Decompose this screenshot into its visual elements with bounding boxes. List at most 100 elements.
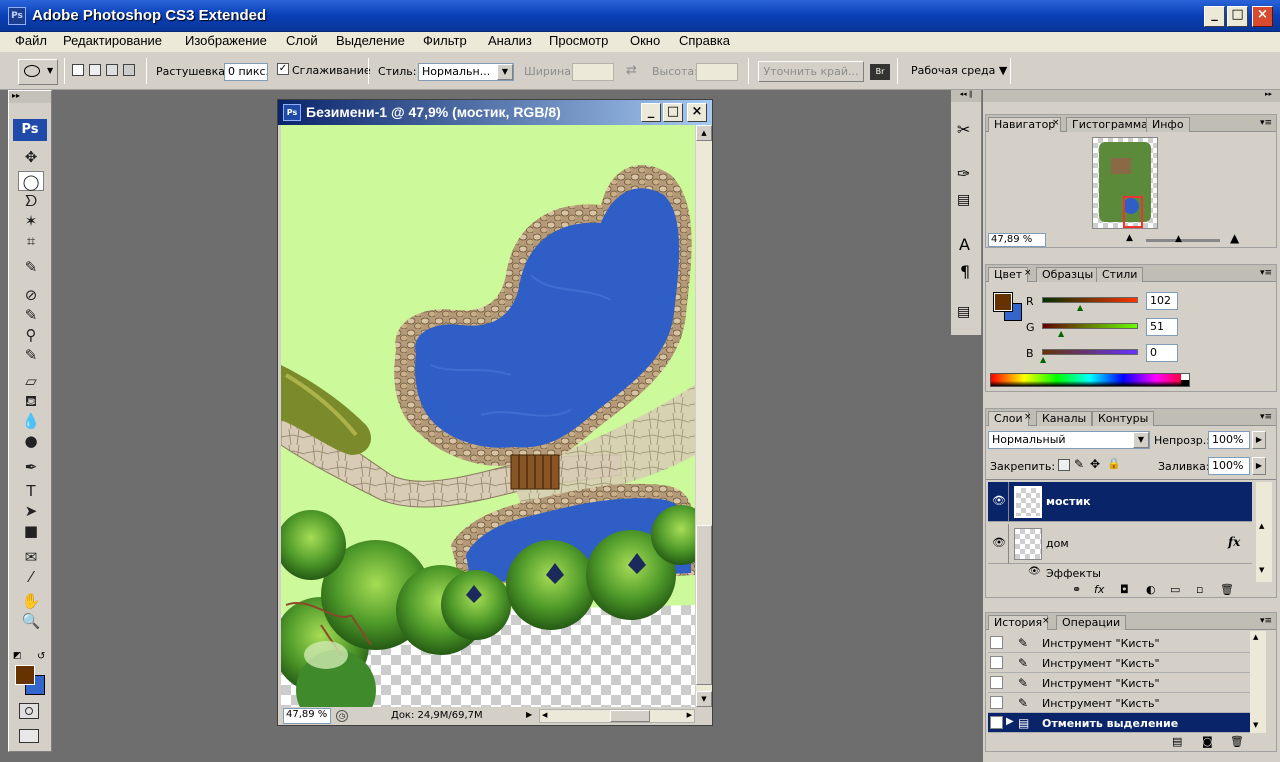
- dock-grip[interactable]: ▸▸: [983, 90, 1280, 102]
- screen-mode-icon[interactable]: [19, 729, 39, 743]
- channel-slider-r[interactable]: ▲: [1042, 297, 1138, 312]
- clone-stamp-tool-icon[interactable]: ⚲: [18, 325, 44, 345]
- lasso-tool-icon[interactable]: ᗤ: [18, 191, 44, 211]
- move-tool-icon[interactable]: ✥: [18, 147, 44, 167]
- photoshop-logo[interactable]: Ps: [13, 119, 47, 141]
- fill-input[interactable]: 100%: [1208, 457, 1250, 475]
- lock-all-icon[interactable]: 🔒: [1107, 457, 1121, 470]
- minimize-button[interactable]: _: [1204, 6, 1225, 27]
- layer-effects-row[interactable]: 👁 Эффекты: [988, 566, 1252, 582]
- add-style-icon[interactable]: fx: [1094, 583, 1104, 596]
- slider-thumb-icon[interactable]: ▲: [1077, 303, 1083, 312]
- panel-menu-icon[interactable]: ▾≡: [1260, 118, 1272, 128]
- menu-edit[interactable]: Редактирование: [63, 33, 162, 48]
- menu-filter[interactable]: Фильтр: [423, 33, 467, 48]
- history-brush-tool-icon[interactable]: ✎: [18, 345, 44, 365]
- tab-navigator[interactable]: Навигатор: [988, 117, 1062, 132]
- scroll-up-icon[interactable]: ▲: [1259, 522, 1264, 530]
- intersect-selection-icon[interactable]: [123, 64, 135, 76]
- layer-row-house[interactable]: 👁 дом fx: [988, 524, 1252, 564]
- scroll-right-icon[interactable]: ▶: [687, 711, 692, 719]
- healing-brush-tool-icon[interactable]: ⊘: [18, 285, 44, 305]
- tool-presets-icon[interactable]: ✂: [957, 120, 970, 139]
- add-selection-icon[interactable]: [89, 64, 101, 76]
- blur-tool-icon[interactable]: 💧: [18, 411, 44, 431]
- tab-actions[interactable]: Операции: [1056, 615, 1127, 630]
- doc-minimize-button[interactable]: _: [641, 103, 661, 122]
- close-tab-icon[interactable]: ×: [1052, 118, 1060, 128]
- style-select[interactable]: Нормальн... ▼: [418, 63, 514, 81]
- strip-grip[interactable]: ◂◂ ‖: [951, 90, 981, 102]
- history-source-checkbox[interactable]: [990, 716, 1003, 729]
- panel-menu-icon[interactable]: ▾≡: [1260, 412, 1272, 422]
- channel-slider-g[interactable]: ▲: [1042, 323, 1138, 338]
- hand-tool-icon[interactable]: ✋: [18, 591, 44, 611]
- tab-layers[interactable]: Слои: [988, 411, 1029, 426]
- h-scroll-thumb[interactable]: [610, 710, 650, 722]
- menu-help[interactable]: Справка: [679, 33, 730, 48]
- dodge-tool-icon[interactable]: ●: [18, 431, 44, 451]
- menu-layer[interactable]: Слой: [286, 33, 318, 48]
- slider-thumb-icon[interactable]: ▲: [1040, 355, 1046, 364]
- paragraph-icon[interactable]: ¶: [960, 262, 970, 281]
- channel-value-b[interactable]: 0: [1146, 344, 1178, 362]
- path-selection-tool-icon[interactable]: ➤: [18, 501, 44, 521]
- eyedropper-tool-icon[interactable]: ⁄: [18, 567, 44, 587]
- trash-icon[interactable]: 🗑: [1230, 735, 1244, 748]
- tool-preset-picker[interactable]: ▼: [18, 59, 58, 85]
- color-spectrum-ramp[interactable]: [990, 373, 1190, 387]
- history-state[interactable]: ✎ Инструмент "Кисть": [988, 633, 1252, 653]
- scroll-left-icon[interactable]: ◀: [542, 711, 547, 719]
- fill-arrow-icon[interactable]: ▶: [1252, 457, 1266, 475]
- tab-history[interactable]: История: [988, 615, 1049, 630]
- channel-slider-b[interactable]: ▲: [1040, 349, 1138, 364]
- adjustment-layer-icon[interactable]: ◐: [1146, 583, 1156, 596]
- opacity-arrow-icon[interactable]: ▶: [1252, 431, 1266, 449]
- clone-source-icon[interactable]: ▤: [957, 192, 970, 208]
- channel-value-r[interactable]: 102: [1146, 292, 1178, 310]
- chevron-down-icon[interactable]: ▼: [1133, 432, 1149, 448]
- history-state[interactable]: ✎ Инструмент "Кисть": [988, 673, 1252, 693]
- workspace-menu[interactable]: Рабочая среда ▼: [911, 64, 1007, 77]
- opacity-input[interactable]: 100%: [1208, 431, 1250, 449]
- doc-zoom-field[interactable]: 47,89 %: [283, 708, 331, 724]
- tab-paths[interactable]: Контуры: [1092, 411, 1155, 426]
- brushes-icon[interactable]: ✑: [957, 164, 970, 183]
- new-layer-icon[interactable]: ▫: [1196, 583, 1203, 596]
- panel-menu-icon[interactable]: ▾≡: [1260, 616, 1272, 626]
- tab-channels[interactable]: Каналы: [1036, 411, 1093, 426]
- trash-icon[interactable]: 🗑: [1220, 583, 1234, 596]
- new-snapshot-icon[interactable]: ◙: [1202, 735, 1213, 748]
- menu-view[interactable]: Просмотр: [549, 33, 608, 48]
- slider-thumb-icon[interactable]: ▲: [1175, 234, 1182, 244]
- toolbox-grip[interactable]: ▸▸: [9, 91, 51, 103]
- marquee-tool-icon[interactable]: ◯: [18, 171, 44, 191]
- menu-image[interactable]: Изображение: [185, 33, 267, 48]
- layer-row-bridge[interactable]: 👁 мостик: [988, 482, 1252, 522]
- visibility-eye-icon[interactable]: 👁: [992, 494, 1006, 507]
- tab-color[interactable]: Цвет: [988, 267, 1029, 282]
- history-state-marker-icon[interactable]: ▶: [1006, 716, 1014, 727]
- width-input[interactable]: [572, 63, 614, 81]
- history-state[interactable]: ▶ ▤ Отменить выделение: [988, 713, 1252, 733]
- pen-tool-icon[interactable]: ✒: [18, 457, 44, 477]
- eraser-tool-icon[interactable]: ▱: [18, 371, 44, 391]
- maximize-button[interactable]: □: [1227, 6, 1248, 27]
- tab-histogram[interactable]: Гистограмма: [1066, 117, 1154, 132]
- lock-position-icon[interactable]: ✥: [1090, 457, 1100, 471]
- tab-swatches[interactable]: Образцы: [1036, 267, 1100, 282]
- navigator-view-box[interactable]: [1123, 196, 1143, 228]
- horizontal-scrollbar[interactable]: ◀ ▶: [539, 709, 695, 723]
- menu-window[interactable]: Окно: [630, 33, 660, 48]
- tab-info[interactable]: Инфо: [1146, 117, 1190, 132]
- history-scrollbar[interactable]: ▲ ▼: [1250, 631, 1266, 733]
- status-menu-arrow-icon[interactable]: ▶: [526, 710, 532, 719]
- history-state[interactable]: ✎ Инструмент "Кисть": [988, 693, 1252, 713]
- slider-thumb-icon[interactable]: ▲: [1058, 329, 1064, 338]
- brush-tool-icon[interactable]: ✎: [18, 305, 44, 325]
- visibility-eye-icon[interactable]: 👁: [992, 536, 1006, 549]
- layer-name[interactable]: дом: [1046, 537, 1069, 550]
- lock-image-icon[interactable]: ✎: [1074, 457, 1084, 471]
- close-tab-icon[interactable]: ×: [1024, 412, 1032, 422]
- swap-colors-icon[interactable]: ↺: [37, 651, 45, 662]
